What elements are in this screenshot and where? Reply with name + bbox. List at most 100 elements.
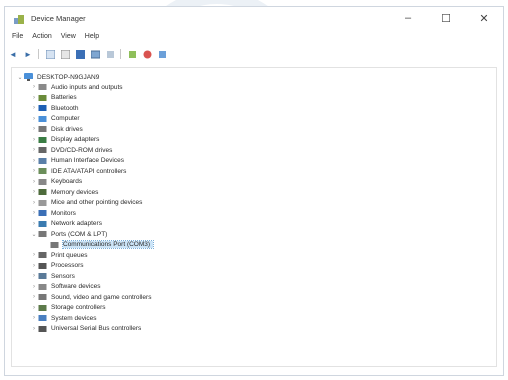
expand-arrow-icon[interactable]: ›: [30, 179, 38, 185]
tree-item[interactable]: › Memory devices: [30, 187, 98, 197]
maximize-button[interactable]: ☐: [427, 7, 465, 29]
tree-item-label: Memory devices: [51, 188, 99, 196]
processor-icon: [38, 262, 47, 269]
collapse-arrow-icon[interactable]: ⌄: [16, 74, 24, 81]
back-icon[interactable]: ◄: [8, 49, 18, 59]
collapse-arrow-icon[interactable]: ⌄: [30, 231, 38, 238]
monitor-icon: [38, 210, 47, 216]
device-tree[interactable]: ⌄ DESKTOP-N9GJAN9 › Audio inputs and outp…: [11, 67, 497, 367]
tree-item[interactable]: › Sound, video and game controllers: [30, 292, 151, 302]
expand-arrow-icon[interactable]: ›: [30, 305, 38, 311]
expand-arrow-icon[interactable]: ›: [30, 189, 38, 195]
tree-item[interactable]: › IDE ATA/ATAPI controllers: [30, 166, 126, 176]
expand-arrow-icon[interactable]: ›: [30, 252, 38, 258]
tree-item-label: Disk drives: [51, 125, 83, 133]
expand-arrow-icon[interactable]: ›: [30, 84, 38, 90]
update-driver-icon[interactable]: [127, 49, 137, 59]
tree-root-label: DESKTOP-N9GJAN9: [37, 73, 100, 81]
tree-item-label: Universal Serial Bus controllers: [51, 325, 142, 332]
tree-item-label: Sound, video and game controllers: [51, 293, 152, 301]
tree-item-label: Display adapters: [51, 136, 100, 143]
expand-arrow-icon[interactable]: ›: [30, 158, 38, 164]
menu-help[interactable]: Help: [85, 33, 99, 40]
tree-item-label: System devices: [51, 314, 97, 322]
tree-item[interactable]: › Storage controllers: [30, 303, 106, 313]
scan-icon[interactable]: [90, 49, 100, 59]
help-icon[interactable]: [75, 49, 85, 59]
storage-icon: [38, 304, 47, 311]
tree-item[interactable]: › Monitors: [30, 208, 76, 218]
ide-icon: [38, 168, 47, 174]
menu-action[interactable]: Action: [32, 33, 51, 40]
tree-item[interactable]: ⌄ Ports (COM & LPT): [30, 229, 107, 239]
expand-arrow-icon[interactable]: ›: [30, 273, 38, 279]
tree-item-label: DVD/CD-ROM drives: [51, 146, 113, 154]
expand-arrow-icon[interactable]: ›: [30, 284, 38, 290]
tree-item[interactable]: › Audio inputs and outputs: [30, 82, 123, 92]
tree-item[interactable]: › Batteries: [30, 93, 77, 103]
minimize-button[interactable]: –: [389, 7, 427, 29]
expand-arrow-icon[interactable]: ›: [30, 263, 38, 269]
tree-child-item[interactable]: Communications Port (COM3): [42, 240, 155, 250]
sound-icon: [38, 294, 47, 300]
expand-arrow-icon[interactable]: ›: [30, 95, 38, 101]
tree-item[interactable]: › Human Interface Devices: [30, 156, 124, 166]
tree-item-label: Network adapters: [51, 220, 102, 227]
tree-item-label: Communications Port (COM3): [61, 240, 155, 249]
expand-arrow-icon[interactable]: ›: [30, 315, 38, 321]
expand-arrow-icon[interactable]: ›: [30, 210, 38, 216]
device-icon[interactable]: [105, 49, 115, 59]
tree-item-label: Processors: [51, 262, 84, 269]
expand-arrow-icon[interactable]: ›: [30, 294, 38, 300]
tree-item-label: Human Interface Devices: [51, 157, 124, 164]
expand-arrow-icon[interactable]: ›: [30, 105, 38, 111]
tree-item-label: Batteries: [51, 94, 77, 101]
menu-view[interactable]: View: [61, 33, 76, 40]
menu-bar: File Action View Help: [5, 29, 503, 43]
tree-item-label: Audio inputs and outputs: [51, 83, 123, 91]
expand-arrow-icon[interactable]: ›: [30, 126, 38, 132]
view-icon[interactable]: [60, 49, 70, 59]
tree-item[interactable]: › Disk drives: [30, 124, 83, 134]
expand-arrow-icon[interactable]: ›: [30, 221, 38, 227]
computer-icon: [38, 115, 47, 122]
tree-item[interactable]: › Software devices: [30, 282, 101, 292]
port-icon: [50, 241, 59, 248]
close-button[interactable]: ✕: [465, 7, 503, 29]
expand-arrow-icon[interactable]: ›: [30, 116, 38, 122]
battery-icon: [38, 94, 47, 101]
tree-item-label: Bluetooth: [51, 104, 79, 112]
tree-item[interactable]: › Bluetooth: [30, 103, 78, 113]
mouse-icon: [38, 199, 47, 206]
expand-arrow-icon[interactable]: ›: [30, 326, 38, 332]
tree-item[interactable]: › Display adapters: [30, 135, 99, 145]
title-bar: Device Manager – ☐ ✕: [5, 7, 503, 29]
expand-arrow-icon[interactable]: ›: [30, 137, 38, 143]
display-icon: [38, 136, 47, 143]
tree-item[interactable]: › DVD/CD-ROM drives: [30, 145, 112, 155]
tree-root[interactable]: ⌄ DESKTOP-N9GJAN9: [16, 72, 99, 82]
properties-icon[interactable]: [45, 49, 55, 59]
tree-item[interactable]: › Computer: [30, 114, 80, 124]
tree-item[interactable]: › Universal Serial Bus controllers: [30, 324, 141, 334]
uninstall-icon[interactable]: [157, 49, 167, 59]
usb-icon: [38, 325, 47, 332]
tree-item[interactable]: › Sensors: [30, 271, 75, 281]
tree-item[interactable]: › System devices: [30, 313, 97, 323]
tree-item[interactable]: › Mice and other pointing devices: [30, 198, 142, 208]
tree-item[interactable]: › Processors: [30, 261, 84, 271]
tree-item-label: IDE ATA/ATAPI controllers: [51, 167, 127, 175]
expand-arrow-icon[interactable]: ›: [30, 147, 38, 153]
toolbar-separator: [38, 49, 39, 59]
disk-icon: [38, 126, 47, 132]
tree-item[interactable]: › Print queues: [30, 250, 88, 260]
disable-icon[interactable]: [142, 49, 152, 59]
audio-icon: [38, 84, 47, 90]
tree-item[interactable]: › Network adapters: [30, 219, 102, 229]
printer-icon: [38, 252, 47, 258]
expand-arrow-icon[interactable]: ›: [30, 168, 38, 174]
expand-arrow-icon[interactable]: ›: [30, 200, 38, 206]
menu-file[interactable]: File: [12, 33, 23, 40]
forward-icon[interactable]: ►: [23, 49, 33, 59]
tree-item[interactable]: › Keyboards: [30, 177, 82, 187]
